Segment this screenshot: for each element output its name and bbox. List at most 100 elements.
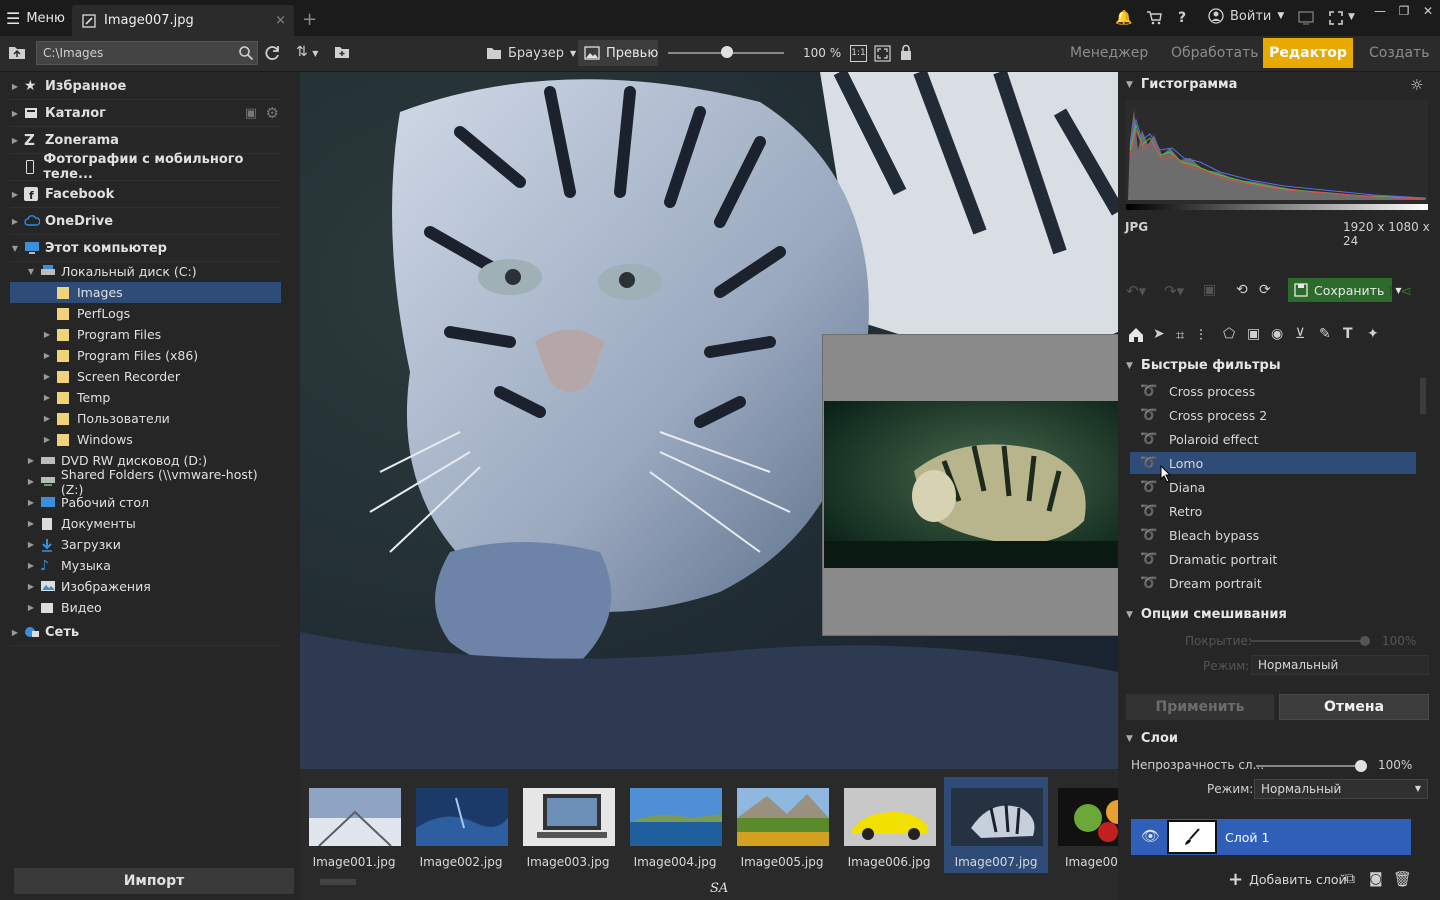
history-icon[interactable]: ▣ <box>1203 282 1216 298</box>
filter-item[interactable]: ➰ Cross process <box>1130 380 1416 402</box>
nav-item-program-files-x86[interactable]: ▶ Program Files (x86) <box>10 345 281 366</box>
zoom-slider-knob[interactable] <box>721 46 733 58</box>
eye-tool-icon[interactable]: ◉ <box>1271 326 1283 342</box>
nav-item-mobile-photos[interactable]: Фотографии с мобильного теле... <box>10 152 281 182</box>
nav-item-users[interactable]: ▶ Пользователи <box>10 408 281 429</box>
thumbnail-selected[interactable]: Image007.jpg <box>944 777 1048 873</box>
save-button[interactable]: Сохранить ▼ <box>1288 278 1401 302</box>
crop-tool-icon[interactable]: ⌗ <box>1176 326 1184 344</box>
duplicate-layer-icon[interactable]: ⧉ <box>1345 871 1355 887</box>
nav-item-video[interactable]: ▶ Видео <box>10 597 281 618</box>
effects-tool-icon[interactable]: ✦ <box>1367 326 1379 342</box>
close-window-icon[interactable]: ✕ <box>1417 4 1439 22</box>
new-tab-button[interactable]: + <box>302 9 317 30</box>
path-input[interactable]: C:\Images <box>36 41 258 65</box>
new-folder-icon[interactable] <box>334 45 350 59</box>
thumbnail[interactable]: Image003.jpg <box>516 777 620 873</box>
folder-up-icon[interactable] <box>8 44 26 60</box>
histogram-settings-icon[interactable]: ☼ <box>1410 76 1423 94</box>
nav-item-onedrive[interactable]: ▶ OneDrive <box>10 208 281 235</box>
histogram-header[interactable]: ▼ Гистограмма <box>1126 77 1237 92</box>
thumbnail[interactable]: Image002.jpg <box>409 777 513 873</box>
fit-screen-icon[interactable] <box>874 45 891 62</box>
nav-item-perflogs[interactable]: PerfLogs <box>10 303 281 324</box>
nav-item-downloads[interactable]: ▶ Загрузки <box>10 534 281 555</box>
cancel-button[interactable]: Отмена <box>1279 694 1429 720</box>
actual-size-icon[interactable]: 1:1 <box>850 45 867 62</box>
nav-item-desktop[interactable]: ▶ Рабочий стол <box>10 492 281 513</box>
minimize-icon[interactable]: — <box>1369 4 1391 22</box>
refresh-icon[interactable] <box>263 44 281 62</box>
nav-item-shared-folders[interactable]: ▶ Shared Folders (\\vmware-host) (Z:) <box>10 467 281 497</box>
filter-item[interactable]: ➰ Bleach bypass <box>1130 524 1416 546</box>
nav-item-temp[interactable]: ▶ Temp <box>10 387 281 408</box>
adjust-tool-icon[interactable]: ⊻ <box>1295 326 1305 342</box>
menu-button[interactable]: ☰ Меню <box>6 8 65 28</box>
rotate-right-icon[interactable]: ⟳ <box>1259 282 1271 298</box>
bell-icon[interactable]: 🔔 <box>1114 8 1134 28</box>
layer-opacity-knob[interactable] <box>1355 760 1367 772</box>
film-strip-scrollbar[interactable] <box>320 879 356 885</box>
tab-editor[interactable]: Редактор <box>1263 38 1353 68</box>
home-icon[interactable] <box>1127 326 1145 344</box>
lock-icon[interactable] <box>899 44 913 61</box>
thumbnail[interactable]: Image005.jpg <box>730 777 834 873</box>
preview-view-button[interactable]: Превью <box>578 40 658 66</box>
nav-item-music[interactable]: ▶ ♪ Музыка <box>10 555 281 576</box>
apply-button[interactable]: Применить <box>1126 694 1274 720</box>
filters-scrollbar[interactable] <box>1420 378 1426 414</box>
chevron-down-icon[interactable]: ▼ <box>1348 12 1355 22</box>
layers-header[interactable]: ▼ Слои <box>1126 731 1178 746</box>
help-icon[interactable]: ? <box>1172 8 1192 28</box>
eye-icon[interactable]: 👁 <box>1141 827 1160 845</box>
nav-item-zonerama[interactable]: ▶ Z Zonerama <box>10 127 281 154</box>
add-layer-button[interactable]: + Добавить слой <box>1228 869 1347 890</box>
nav-item-windows[interactable]: ▶ Windows <box>10 429 281 450</box>
nav-item-facebook[interactable]: ▶ f Facebook <box>10 181 281 208</box>
filter-item[interactable]: ➰ Dream portrait <box>1130 572 1416 594</box>
text-tool-icon[interactable]: T <box>1343 326 1353 342</box>
thumbnail[interactable]: Image004.jpg <box>623 777 727 873</box>
thumbnail[interactable]: Image001.jpg <box>302 777 406 873</box>
sort-icon[interactable]: ⇅ ▼ <box>296 44 318 60</box>
filter-item[interactable]: ➰ Diana <box>1130 476 1416 498</box>
search-icon[interactable] <box>238 45 254 61</box>
display-icon[interactable] <box>1296 8 1316 28</box>
filter-item[interactable]: ➰ Polaroid effect <box>1130 428 1416 450</box>
trash-icon[interactable]: 🗑 <box>1393 870 1412 888</box>
fullscreen-icon[interactable] <box>1326 8 1346 28</box>
add-folder-icon[interactable]: ▣ <box>245 106 257 121</box>
nav-item-this-pc[interactable]: ▼ Этот компьютер <box>10 235 281 262</box>
redo-icon[interactable]: ↷▾ <box>1164 282 1184 300</box>
import-button[interactable]: Импорт <box>14 868 294 894</box>
filter-item-selected[interactable]: ➰ Lomo <box>1130 452 1416 474</box>
tab-create[interactable]: Создать <box>1369 45 1429 61</box>
nav-item-drive-c[interactable]: ▼ Локальный диск (C:) <box>10 261 281 282</box>
nav-item-program-files[interactable]: ▶ Program Files <box>10 324 281 345</box>
nav-item-screen-recorder[interactable]: ▶ Screen Recorder <box>10 366 281 387</box>
nav-item-network[interactable]: ▶ Сеть <box>10 619 281 646</box>
close-tab-icon[interactable]: × <box>275 13 286 28</box>
filter-item[interactable]: ➰ Retro <box>1130 500 1416 522</box>
tab-manager[interactable]: Менеджер <box>1070 45 1148 61</box>
resize-tool-icon[interactable]: ▣ <box>1247 326 1260 342</box>
select-tool-icon[interactable]: ➤ <box>1153 326 1165 342</box>
tab-develop[interactable]: Обработать <box>1171 45 1258 61</box>
mask-layer-icon[interactable]: ◙ <box>1369 871 1383 887</box>
thumbnail[interactable]: Image008.jpg <box>1051 777 1118 873</box>
nav-item-favorites[interactable]: ▶ ★ Избранное <box>10 73 281 100</box>
quick-filters-header[interactable]: ▼ Быстрые фильтры <box>1126 358 1281 373</box>
filter-item[interactable]: ➰ Cross process 2 <box>1130 404 1416 426</box>
nav-item-documents[interactable]: ▶ Документы <box>10 513 281 534</box>
brush-tool-icon[interactable]: ✎ <box>1319 326 1331 342</box>
browser-view-button[interactable]: Браузер ▼ <box>486 42 576 64</box>
blend-coverage-knob[interactable] <box>1360 636 1370 646</box>
document-tab[interactable]: Image007.jpg × <box>72 5 294 36</box>
blend-mode-select[interactable]: Нормальный <box>1251 655 1429 675</box>
layer-mode-select[interactable]: Нормальный ▼ <box>1254 779 1428 799</box>
restore-icon[interactable]: ❐ <box>1393 4 1415 22</box>
share-icon[interactable]: ⋖ <box>1400 282 1413 300</box>
blend-coverage-slider[interactable] <box>1250 640 1366 642</box>
align-tool-icon[interactable]: ⫶ <box>1199 326 1203 344</box>
blend-options-header[interactable]: ▼ Опции смешивания <box>1126 607 1287 622</box>
